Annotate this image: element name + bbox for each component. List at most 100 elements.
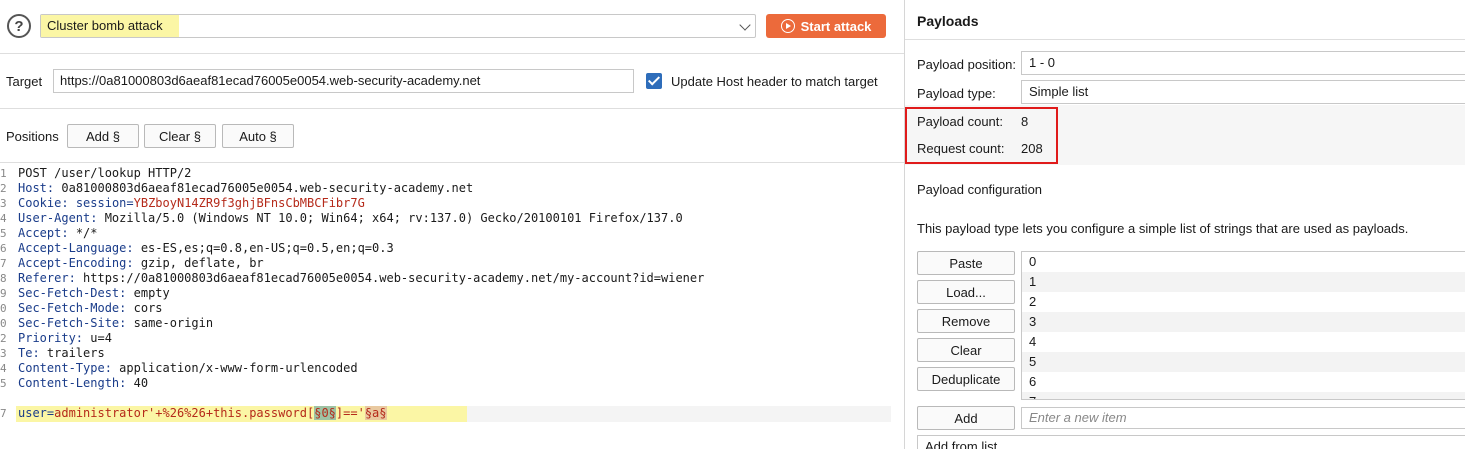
payload-config-title: Payload configuration — [917, 182, 1043, 197]
body-value: ]==' — [335, 406, 365, 420]
cookie-value: YBZboyN14ZR9f3ghjBFnsCbMBCFibr7G — [133, 196, 365, 210]
remove-button[interactable]: Remove — [917, 309, 1015, 333]
code-text: Priority: u=4 — [18, 331, 112, 346]
header-value: 0a81000803d6aeaf81ecad76005e0054.web-sec… — [54, 181, 474, 195]
code-text: user=administrator'+%26%26+this.password… — [18, 406, 387, 421]
code-text: Content-Type: application/x-www-form-url… — [18, 361, 358, 376]
header-colon: : — [104, 361, 112, 375]
target-url-input[interactable]: https://0a81000803d6aeaf81ecad76005e0054… — [53, 69, 634, 93]
header-value: gzip, deflate, br — [133, 256, 264, 270]
header-colon: : — [126, 256, 134, 270]
clear-marker-button[interactable]: Clear § — [144, 124, 216, 148]
start-attack-button[interactable]: Start attack — [766, 14, 886, 38]
header-key: Host — [18, 181, 47, 195]
list-item[interactable]: 1 — [1022, 272, 1465, 292]
line-number: 9 — [0, 287, 7, 300]
header-value: https://0a81000803d6aeaf81ecad76005e0054… — [75, 271, 705, 285]
code-text: Referer: https://0a81000803d6aeaf81ecad7… — [18, 271, 704, 286]
header-key: Sec-Fetch-Mode — [18, 301, 120, 315]
paste-button[interactable]: Paste — [917, 251, 1015, 275]
header-colon: : — [68, 271, 76, 285]
list-item[interactable]: 7 — [1022, 392, 1465, 399]
payloads-title: Payloads — [917, 13, 979, 29]
line-number: 4 — [0, 212, 7, 225]
line-number: 5 — [0, 227, 7, 240]
deduplicate-button[interactable]: Deduplicate — [917, 367, 1015, 391]
line-number: 8 — [0, 272, 7, 285]
list-item[interactable]: 6 — [1022, 372, 1465, 392]
header-value: es-ES,es;q=0.8,en-US;q=0.5,en;q=0.3 — [133, 241, 394, 255]
code-line: 3 Te: trailers — [0, 346, 904, 361]
list-item[interactable]: 5 — [1022, 352, 1465, 372]
payload-list[interactable]: 0 1 2 3 4 5 6 7 — [1021, 251, 1465, 400]
update-host-checkbox[interactable] — [646, 73, 662, 89]
header-key: Accept — [18, 226, 62, 240]
header-colon: : — [61, 196, 69, 210]
code-text: Content-Length: 40 — [18, 376, 148, 391]
line-number: 0 — [0, 302, 7, 315]
code-text: User-Agent: Mozilla/5.0 (Windows NT 10.0… — [18, 211, 683, 226]
new-item-input[interactable]: Enter a new item — [1021, 407, 1465, 429]
code-line: 2 Host: 0a81000803d6aeaf81ecad76005e0054.… — [0, 181, 904, 196]
header-value: cors — [126, 301, 163, 315]
code-line: 8 Referer: https://0a81000803d6aeaf81ecad… — [0, 271, 904, 286]
header-value: 40 — [126, 376, 149, 390]
code-line: 3 Cookie: session=YBZboyN14ZR9f3ghjBFnsCb… — [0, 196, 904, 211]
payload-marker: §a§ — [364, 406, 387, 420]
chevron-down-icon — [739, 19, 751, 31]
header-key: Sec-Fetch-Site — [18, 316, 120, 330]
body-param-name: user — [18, 406, 47, 420]
code-line: 7 user=administrator'+%26%26+this.passwor… — [0, 406, 904, 421]
header-key: Content-Length — [18, 376, 120, 390]
code-text: Sec-Fetch-Dest: empty — [18, 286, 170, 301]
code-text: Te: trailers — [18, 346, 105, 361]
request-editor[interactable]: 1 POST /user/lookup HTTP/2 2 Host: 0a810008… — [0, 163, 904, 449]
payload-type-label: Payload type: — [917, 86, 996, 101]
code-text: POST /user/lookup HTTP/2 — [18, 166, 191, 181]
line-number: 5 — [0, 377, 7, 390]
header-value: empty — [126, 286, 170, 300]
add-marker-button[interactable]: Add § — [67, 124, 139, 148]
code-text: Sec-Fetch-Site: same-origin — [18, 316, 213, 331]
code-line: 5 Accept: */* — [0, 226, 904, 241]
code-line: 0 Sec-Fetch-Site: same-origin — [0, 316, 904, 331]
load-button[interactable]: Load... — [917, 280, 1015, 304]
code-line: 6 Accept-Language: es-ES,es;q=0.8,en-US;q… — [0, 241, 904, 256]
add-item-button[interactable]: Add — [917, 406, 1015, 430]
attack-type-select[interactable]: Cluster bomb attack — [40, 14, 756, 38]
list-item[interactable]: 4 — [1022, 332, 1465, 352]
payload-config-description: This payload type lets you configure a s… — [917, 221, 1409, 236]
payloads-pane: Payloads Payload position: 1 - 0 Payload… — [904, 0, 1465, 449]
divider — [0, 53, 904, 54]
list-item[interactable]: 0 — [1022, 252, 1465, 272]
code-text: Accept-Encoding: gzip, deflate, br — [18, 256, 264, 271]
target-label: Target — [6, 74, 43, 89]
payload-position-select[interactable]: 1 - 0 — [1021, 51, 1465, 75]
annotation-highlight-box — [905, 107, 1058, 164]
line-number: 2 — [0, 332, 7, 345]
code-text: Accept: */* — [18, 226, 98, 241]
list-item[interactable]: 2 — [1022, 292, 1465, 312]
header-key: Cookie — [18, 196, 62, 210]
list-item[interactable]: 3 — [1022, 312, 1465, 332]
help-icon[interactable]: ? — [7, 14, 31, 38]
line-number: 3 — [0, 347, 7, 360]
attack-type-value: Cluster bomb attack — [43, 17, 171, 35]
clear-button[interactable]: Clear — [917, 338, 1015, 362]
code-line: 2 Priority: u=4 — [0, 331, 904, 346]
divider — [0, 108, 904, 109]
code-line: 1 POST /user/lookup HTTP/2 — [0, 166, 904, 181]
header-value: Mozilla/5.0 (Windows NT 10.0; Win64; x64… — [97, 211, 683, 225]
header-colon: : — [32, 346, 40, 360]
code-line: 0 Sec-Fetch-Mode: cors — [0, 301, 904, 316]
line-number: 1 — [0, 167, 7, 180]
header-value: */* — [68, 226, 98, 240]
auto-marker-button[interactable]: Auto § — [222, 124, 294, 148]
payload-type-select[interactable]: Simple list — [1021, 80, 1465, 104]
play-icon — [780, 19, 795, 33]
body-value: administrator'+%26%26+this.password[ — [54, 406, 315, 420]
cookie-name: session= — [68, 196, 134, 210]
line-number: 6 — [0, 242, 7, 255]
add-from-list-select[interactable]: Add from list ... — [917, 435, 1465, 449]
header-key: Accept-Encoding — [18, 256, 127, 270]
